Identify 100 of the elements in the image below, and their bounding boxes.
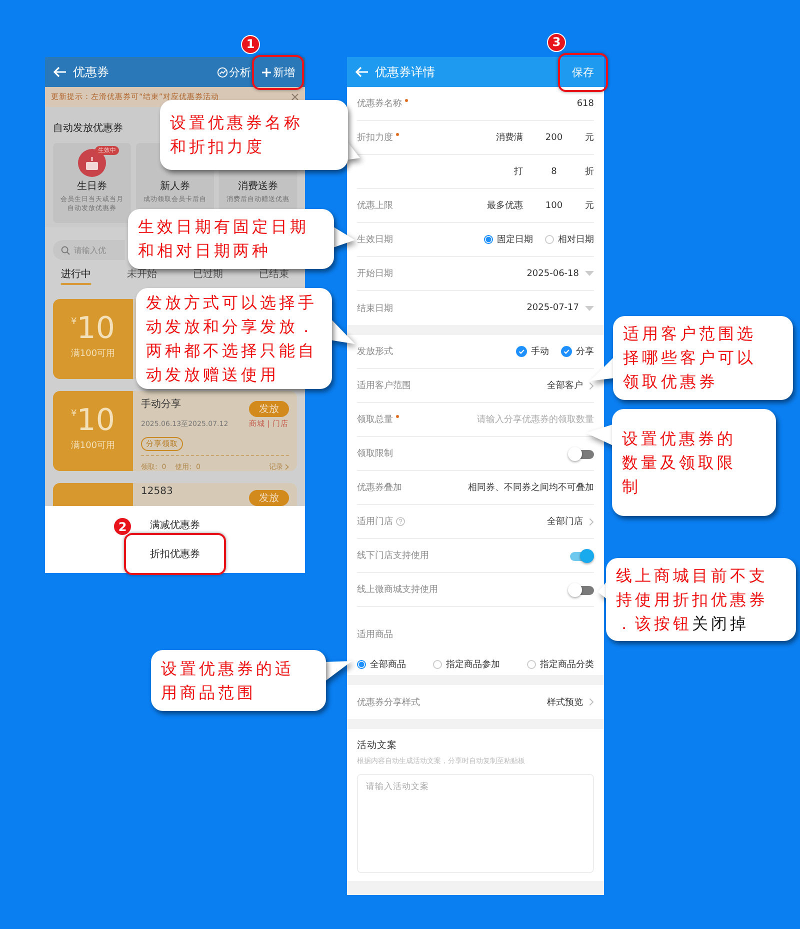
radio-button[interactable]: [484, 235, 493, 244]
card-title: 生日券: [77, 180, 107, 193]
option-label: 固定日期: [497, 234, 533, 246]
option-label: 指定商品分类: [540, 658, 594, 671]
page-title: 优惠券: [73, 64, 110, 80]
callout-tooltip: 线上商城目前不支 持使用折扣优惠券 ．该按钮 关闭掉: [606, 558, 796, 641]
link-value[interactable]: 全部客户: [547, 379, 583, 392]
card-title: 消费送券: [238, 180, 278, 193]
unit-label: 元: [585, 132, 594, 144]
field-label: 优惠券名称: [357, 98, 402, 110]
field-label: 适用商品: [357, 628, 393, 641]
text-area[interactable]: 请输入活动文案: [357, 774, 594, 873]
radio-option[interactable]: 指定商品分类: [527, 658, 594, 671]
analysis-button[interactable]: 分析: [215, 62, 253, 82]
option-label: 手动: [531, 346, 549, 358]
back-arrow-icon[interactable]: [53, 66, 67, 78]
coupon-amount: 10: [76, 405, 115, 437]
check-option[interactable]: 分享: [561, 345, 594, 358]
sheet-option[interactable]: 折扣优惠券: [142, 544, 208, 564]
toggle-switch[interactable]: [568, 582, 594, 596]
field-label: 线下门店支持使用: [357, 550, 429, 562]
step-number: 1: [241, 34, 260, 54]
coupon-condition: 满100可用: [70, 440, 116, 452]
radio-option[interactable]: 相对日期: [545, 233, 594, 246]
radio-option[interactable]: 全部商品: [357, 658, 406, 671]
radio-button[interactable]: [527, 660, 536, 669]
callout-tooltip: 发放方式可以选择手 动发放和分享发放． 两种都不选择只能自 动发放赠送使用: [136, 288, 332, 389]
link-value[interactable]: 样式预览: [547, 696, 583, 708]
unit-label: 元: [585, 200, 594, 212]
check-icon: [517, 347, 526, 356]
card-title: 新人券: [160, 180, 190, 193]
field-label: 线上微商城支持使用: [357, 584, 438, 596]
field-label: 适用客户范围: [357, 380, 411, 392]
section-title: 自动发放优惠券: [53, 122, 123, 135]
toggle-switch[interactable]: [568, 446, 594, 460]
radio-button[interactable]: [357, 660, 366, 669]
coupon-title: 手动分享: [141, 398, 182, 412]
step-number: 3: [547, 32, 566, 52]
toggle-switch[interactable]: [568, 548, 594, 562]
check-option[interactable]: 手动: [516, 345, 549, 358]
page-title: 优惠券详情: [375, 64, 436, 80]
callout-tooltip: 设置优惠券的适 用商品范围: [151, 650, 326, 711]
field-label: 优惠券分享样式: [357, 696, 420, 708]
chevron-icon: [589, 698, 594, 706]
checkbox[interactable]: [561, 346, 572, 357]
chart-icon: [217, 66, 228, 78]
currency-sign: ¥: [71, 317, 77, 327]
radio-button[interactable]: [545, 235, 554, 244]
field-label: 领取总量: [357, 414, 393, 426]
field-label: 发放形式: [357, 346, 393, 358]
callout-tooltip: 生效日期有固定日期 和相对日期两种: [128, 209, 334, 269]
tab[interactable]: 进行中: [61, 265, 91, 285]
close-icon[interactable]: [291, 93, 299, 101]
amount-value[interactable]: 100: [529, 200, 579, 210]
field-label: 折扣力度: [357, 132, 393, 144]
coupon-title: 12583: [141, 486, 174, 499]
field-label: 适用门店: [357, 516, 393, 528]
field-prefix: 最多优惠: [487, 200, 523, 212]
checkbox[interactable]: [516, 346, 527, 357]
unit-label: 折: [585, 166, 594, 178]
amount-value[interactable]: 200: [529, 132, 579, 142]
option-label: 相对日期: [558, 234, 594, 246]
caret-icon: [585, 271, 594, 276]
field-label: 领取限制: [357, 448, 393, 460]
field-prefix: 打: [514, 166, 523, 178]
search-icon: [61, 246, 70, 254]
callout-tooltip: 适用客户范围选 择哪些客户可以 领取优惠券: [613, 316, 793, 400]
field-value: 相同券、不同券之间均不可叠加: [468, 482, 594, 494]
field-label: 开始日期: [357, 268, 393, 280]
check-icon: [562, 347, 571, 356]
date-value[interactable]: 2025-07-17: [526, 303, 579, 313]
add-button[interactable]: 新增: [259, 62, 297, 82]
coupon-amount: 10: [76, 313, 115, 345]
callout-tooltip: 设置优惠券名称 和折扣力度: [160, 100, 348, 170]
option-label: 指定商品参加: [446, 658, 500, 671]
chevron-icon: [589, 382, 594, 390]
field-label: 结束日期: [357, 302, 393, 314]
link-value[interactable]: 全部门店: [547, 515, 583, 528]
input-field[interactable]: 618: [554, 98, 594, 108]
radio-button[interactable]: [433, 660, 442, 669]
chevron-icon: [589, 518, 594, 526]
coupon-condition: 满100可用: [70, 348, 116, 360]
caret-icon: [585, 306, 594, 310]
field-label: 生效日期: [357, 234, 393, 246]
callout-tooltip: 设置优惠券的 数量及领取限 制: [612, 409, 776, 516]
chevron-icon: [285, 464, 289, 470]
field-label: 优惠券叠加: [357, 482, 402, 494]
back-arrow-icon[interactable]: [355, 66, 369, 78]
sheet-option[interactable]: 满减优惠券: [142, 514, 208, 535]
field-prefix: 消费满: [496, 132, 523, 144]
date-value[interactable]: 2025-06-18: [526, 268, 579, 278]
radio-option[interactable]: 指定商品参加: [433, 658, 500, 671]
field-label: 活动文案: [357, 739, 398, 752]
radio-option[interactable]: 固定日期: [484, 233, 533, 246]
amount-value[interactable]: 8: [529, 166, 579, 176]
plus-icon: [261, 66, 272, 78]
field-label: 优惠上限: [357, 200, 393, 212]
currency-sign: ¥: [71, 409, 77, 419]
option-label: 全部商品: [370, 658, 406, 671]
option-label: 分享: [576, 346, 594, 358]
